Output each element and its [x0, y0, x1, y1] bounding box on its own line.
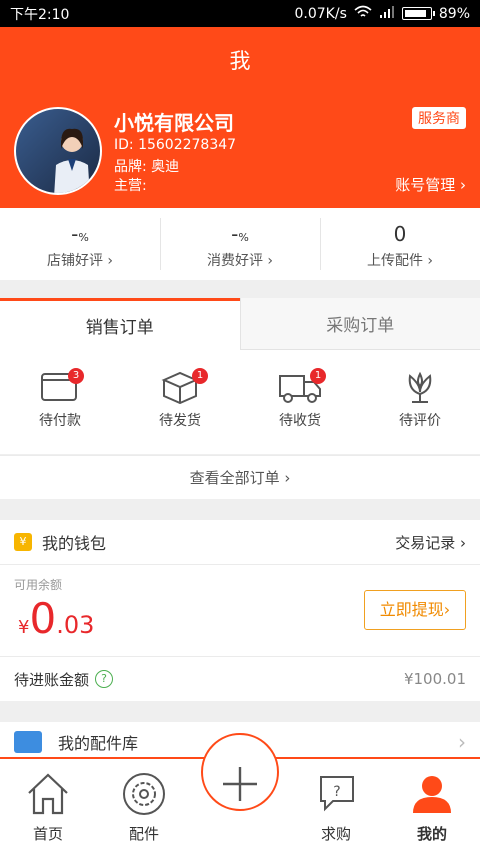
stat-label: 上传配件 ›	[366, 253, 434, 269]
order-pending-receipt[interactable]: 1 待收货	[240, 350, 360, 454]
available-balance: ¥0.03	[18, 594, 94, 643]
badge-count: 1	[310, 368, 326, 384]
available-balance-label: 可用余额	[14, 578, 63, 592]
account-management-link[interactable]: 账号管理 ›	[395, 174, 466, 195]
stat-uploaded-parts[interactable]: 0 上传配件 ›	[320, 208, 480, 280]
stat-unit: %	[238, 231, 249, 244]
withdraw-button[interactable]: 立即提现›	[364, 590, 466, 630]
service-badge: 服务商	[412, 107, 466, 129]
question-chat-icon: ?	[320, 776, 354, 812]
balance-decimal: .03	[56, 611, 95, 639]
main-business-line: 主营:	[114, 178, 147, 194]
person-icon	[413, 776, 451, 813]
order-pending-payment[interactable]: 3 待付款	[0, 350, 120, 454]
avatar-person-icon	[54, 128, 90, 193]
tab-home[interactable]: 首页	[0, 759, 96, 853]
tab-wanted[interactable]: ? 求购	[288, 759, 384, 853]
tab-parts[interactable]: 配件	[96, 759, 192, 853]
wallet-title: 我的钱包	[42, 534, 107, 553]
order-status-label: 待付款	[39, 413, 81, 429]
battery-percent: 89%	[438, 5, 470, 22]
parts-library-title: 我的配件库	[58, 734, 139, 753]
profile-header: 我 小悦有限公司 ID: 15602278347 品牌: 奥迪 主营: 服务商 …	[0, 27, 480, 208]
stat-unit: %	[78, 231, 89, 244]
stat-consumer-rating[interactable]: -% 消费好评 ›	[160, 208, 320, 280]
stat-store-rating[interactable]: -% 店铺好评 ›	[0, 208, 160, 280]
order-pending-review[interactable]: 待评价	[360, 350, 480, 454]
pending-amount-label: 待进账金额	[14, 670, 90, 689]
svg-text:?: ?	[333, 784, 340, 800]
status-bar: 下午2:10 0.07K/s 89%	[0, 0, 480, 27]
currency-symbol: ¥	[18, 617, 30, 638]
stat-label: 店铺好评 ›	[46, 253, 114, 269]
tab-label: 我的	[416, 825, 447, 843]
stats-row: -% 店铺好评 › -% 消费好评 › 0 上传配件 ›	[0, 208, 480, 280]
tab-label: 首页	[32, 825, 63, 843]
order-status-row: 3 待付款 1 待发货 1 待收货 待评价	[0, 350, 480, 454]
order-status-label: 待收货	[279, 413, 321, 429]
brand-line: 品牌: 奥迪	[114, 159, 180, 175]
pending-amount-row: 待进账金额 ? ¥100.01	[0, 656, 480, 701]
tag-icon	[14, 731, 42, 753]
order-tabs: 销售订单 采购订单	[0, 298, 480, 350]
network-speed: 0.07K/s	[294, 5, 347, 22]
order-status-label: 待发货	[159, 413, 201, 429]
plus-icon	[223, 767, 257, 801]
badge-count: 3	[68, 368, 84, 384]
stat-value: 0	[393, 222, 407, 246]
wallet-section: ¥ 我的钱包 交易记录 › 可用余额 ¥0.03 立即提现› 待进账金额 ? ¥…	[0, 520, 480, 701]
publish-button[interactable]	[201, 733, 279, 811]
signal-icon	[379, 5, 395, 23]
stat-label: 消费好评 ›	[206, 253, 274, 269]
tab-label: 配件	[128, 825, 159, 843]
view-all-orders-link[interactable]: 查看全部订单 ›	[0, 455, 480, 499]
help-icon[interactable]: ?	[95, 670, 114, 688]
balance-integer: 0	[29, 594, 57, 643]
tab-publish[interactable]	[192, 733, 288, 853]
status-time: 下午2:10	[10, 6, 70, 23]
tab-sales-orders[interactable]: 销售订单	[0, 298, 240, 350]
order-pending-shipment[interactable]: 1 待发货	[120, 350, 240, 454]
tab-purchase-orders[interactable]: 采购订单	[239, 298, 480, 350]
home-icon	[28, 773, 68, 815]
page-title: 我	[229, 49, 251, 73]
wifi-icon	[354, 5, 372, 23]
coin-icon: ¥	[14, 533, 32, 551]
tab-me[interactable]: 我的	[384, 759, 480, 853]
bottom-tab-bar: 首页 配件 ? 求购 我的	[0, 733, 480, 853]
order-status-label: 待评价	[399, 413, 441, 429]
tab-label: 求购	[320, 825, 351, 843]
company-name: 小悦有限公司	[114, 111, 234, 135]
pending-amount-value: ¥100.01	[403, 670, 466, 688]
wallet-header: ¥ 我的钱包 交易记录 ›	[0, 520, 480, 565]
battery-icon	[401, 7, 435, 20]
flower-icon	[408, 371, 432, 403]
chevron-right-icon: ›	[458, 730, 466, 754]
gear-icon	[123, 773, 165, 815]
avatar[interactable]	[14, 107, 102, 195]
badge-count: 1	[192, 368, 208, 384]
transaction-records-link[interactable]: 交易记录 ›	[395, 532, 466, 553]
user-id: ID: 15602278347	[114, 137, 237, 153]
